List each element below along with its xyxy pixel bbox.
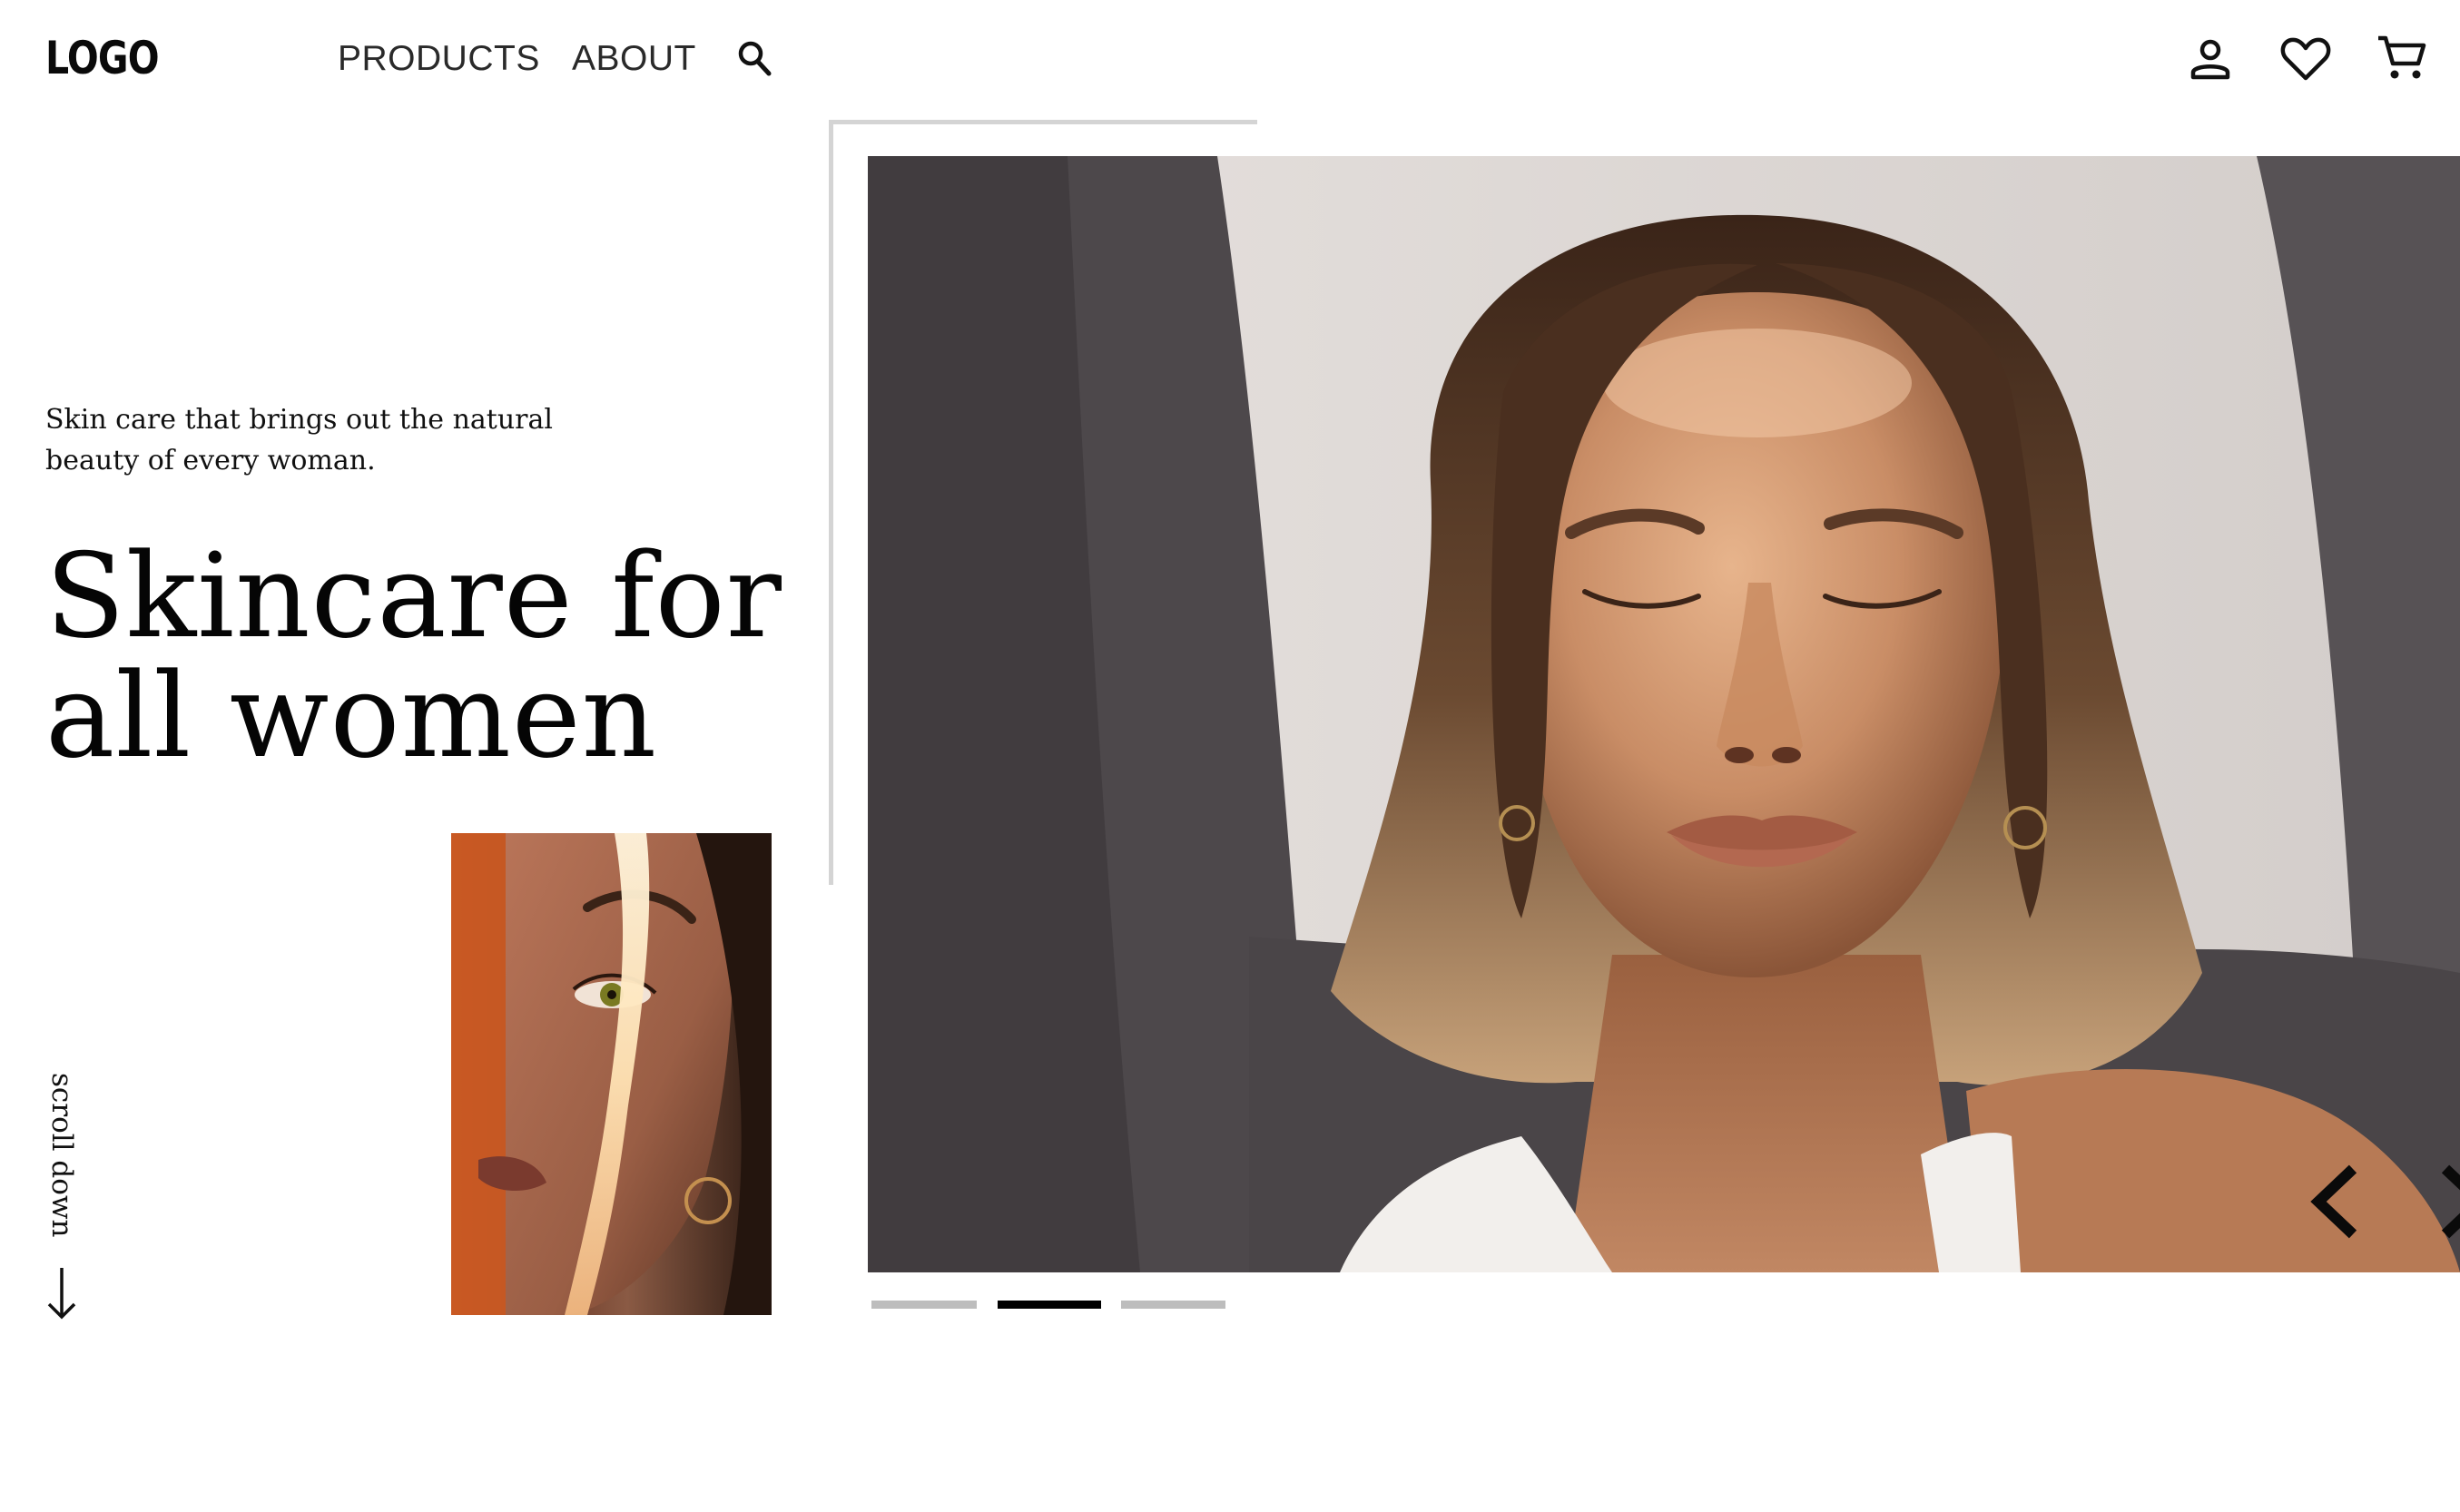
side-portrait-image: [451, 833, 772, 1315]
logo[interactable]: LOGO: [45, 31, 160, 85]
headline-line-1: Skincare for: [45, 529, 782, 664]
scroll-down-label[interactable]: scroll down: [44, 1073, 80, 1250]
cart-icon[interactable]: [2376, 33, 2427, 83]
decorative-frame-top: [829, 120, 1257, 124]
carousel-indicator-2-active[interactable]: [998, 1301, 1101, 1309]
hero-carousel-image: [868, 156, 2460, 1272]
carousel-prev-arrow-icon[interactable]: [2309, 1163, 2360, 1244]
heart-icon[interactable]: [2280, 36, 2331, 82]
carousel-next-arrow-icon[interactable]: [2438, 1163, 2460, 1244]
nav-about-link[interactable]: ABOUT: [572, 36, 696, 82]
carousel-indicator-1[interactable]: [871, 1301, 977, 1309]
arrow-down-icon[interactable]: [46, 1266, 77, 1325]
decorative-frame-left: [829, 120, 833, 885]
hero-headline: Skincare for all women: [45, 537, 808, 777]
account-icon[interactable]: [2188, 36, 2233, 82]
nav-products-link[interactable]: PRODUCTS: [338, 36, 540, 82]
carousel-indicator-3[interactable]: [1121, 1301, 1225, 1309]
search-icon[interactable]: [737, 40, 773, 78]
headline-line-2: all women: [45, 649, 658, 784]
hero-tagline: Skin care that brings out the natural be…: [45, 404, 553, 476]
